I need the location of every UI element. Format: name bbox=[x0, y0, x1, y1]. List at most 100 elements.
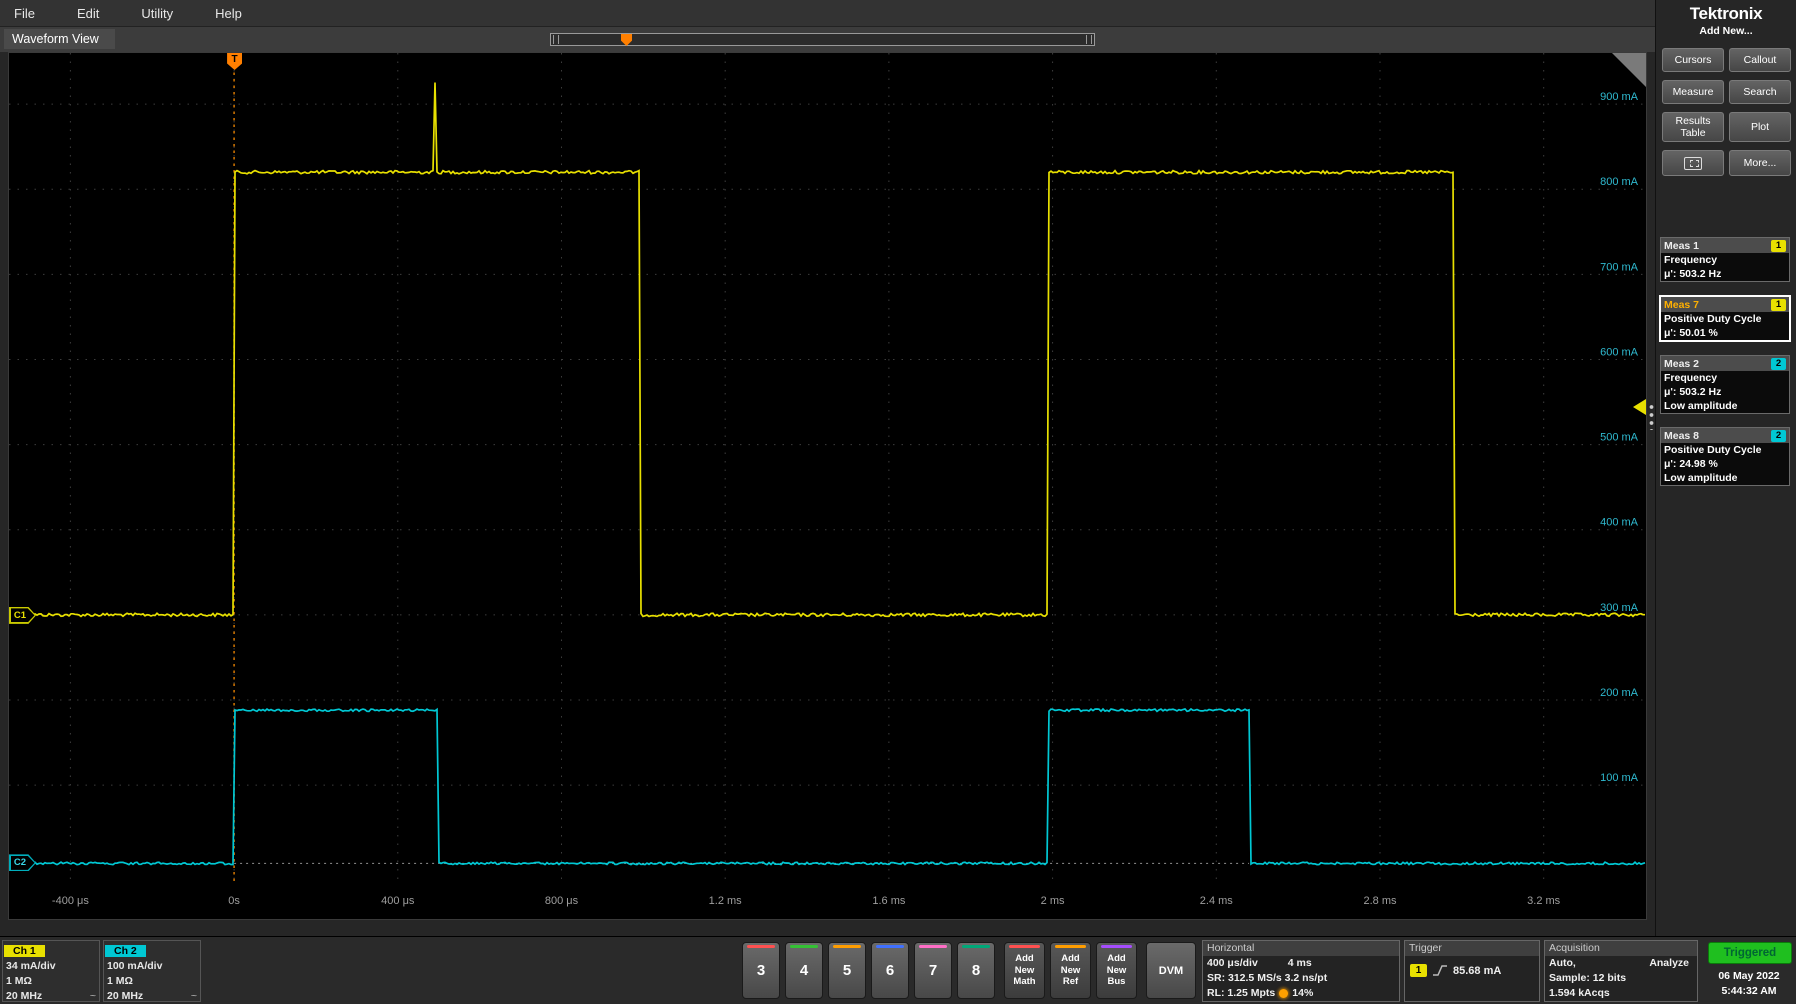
cursors-button[interactable]: Cursors bbox=[1662, 48, 1724, 72]
add-new-bus-button[interactable]: Add New Bus bbox=[1096, 942, 1137, 999]
measurement-source-chip: 1 bbox=[1771, 298, 1786, 311]
acquisition-title: Acquisition bbox=[1545, 941, 1697, 956]
trigger-panel[interactable]: Trigger 1 85.68 mA bbox=[1404, 940, 1540, 1002]
add-button-color-stripe bbox=[1055, 945, 1086, 948]
channel-badge-1[interactable]: Ch 1 34 mA/div 1 MΩ 20 MHz ~ bbox=[2, 940, 100, 1002]
channel-color-stripe bbox=[962, 945, 990, 948]
measurement-badge-meas-7[interactable]: Meas 7 1 Positive Duty Cycle μ': 50.01 % bbox=[1660, 296, 1790, 341]
channel-setting: 34 mA/div bbox=[6, 960, 56, 972]
menu-help[interactable]: Help bbox=[215, 6, 242, 21]
measurement-title: Meas 7 bbox=[1664, 298, 1700, 311]
channel-4-button[interactable]: 4 bbox=[785, 942, 823, 999]
rising-edge-icon bbox=[1433, 965, 1447, 976]
channel-color-stripe bbox=[919, 945, 947, 948]
oscilloscope-screen: File Edit Utility Help Waveform View -40… bbox=[0, 0, 1796, 1004]
channel-label: Ch 2 bbox=[105, 945, 146, 957]
channel-label: Ch 1 bbox=[4, 945, 45, 957]
measurement-line: Frequency bbox=[1664, 254, 1718, 266]
trigger-level-arrow[interactable] bbox=[1633, 399, 1646, 415]
channel-setting: 1 MΩ bbox=[6, 975, 32, 987]
horizontal-record-length: RL: 1.25 Mpts bbox=[1207, 987, 1276, 999]
ch2-waveform[interactable] bbox=[8, 707, 1646, 866]
add-new-ref-button[interactable]: Add New Ref bbox=[1050, 942, 1091, 999]
measurement-title: Meas 1 bbox=[1664, 239, 1700, 252]
waveform-view-tab[interactable]: Waveform View bbox=[4, 29, 115, 49]
horizontal-title: Horizontal bbox=[1203, 941, 1399, 956]
triggered-status-badge: Triggered bbox=[1708, 942, 1792, 964]
channel-3-button[interactable]: 3 bbox=[742, 942, 780, 999]
date-label: 06 May 2022 bbox=[1718, 970, 1780, 982]
x-tick-label: 0s bbox=[228, 895, 240, 907]
channel-setting: 20 MHz ~ bbox=[107, 990, 197, 1002]
x-tick-label: 400 μs bbox=[381, 895, 415, 907]
horizontal-sample-rate: SR: 312.5 MS/s 3.2 ns/pt bbox=[1207, 972, 1328, 984]
horizontal-panel[interactable]: Horizontal 400 μs/div 4 ms SR: 312.5 MS/… bbox=[1202, 940, 1400, 1002]
search-button[interactable]: Search bbox=[1729, 80, 1791, 104]
measurement-source-chip: 2 bbox=[1771, 357, 1786, 370]
bandwidth-icon: ~ bbox=[190, 990, 197, 1002]
measurement-line: Positive Duty Cycle bbox=[1664, 444, 1762, 456]
more-button[interactable]: More... bbox=[1729, 150, 1791, 176]
channel-color-stripe bbox=[747, 945, 775, 948]
add-new-label: Add New... bbox=[1699, 25, 1753, 37]
channel-badge-2[interactable]: Ch 2 100 mA/div 1 MΩ 20 MHz ~ bbox=[103, 940, 201, 1002]
x-tick-label: -400 μs bbox=[52, 895, 89, 907]
horizontal-intensity-pct: 14% bbox=[1292, 987, 1314, 999]
horizontal-scale: 400 μs/div bbox=[1207, 957, 1258, 969]
waveform-display[interactable]: -400 μs 0s 400 μs 800 μs 1.2 ms 1.6 ms 2 ms 2.4… bbox=[8, 52, 1647, 920]
measurement-line: μ': 503.2 Hz bbox=[1664, 386, 1722, 398]
measurement-line: Low amplitude bbox=[1664, 472, 1738, 484]
acquisition-sample-bits: Sample: 12 bits bbox=[1549, 972, 1627, 984]
y-tick-label: 300 mA bbox=[1600, 602, 1639, 614]
x-tick-label: 2.4 ms bbox=[1200, 895, 1234, 907]
measurement-title: Meas 8 bbox=[1664, 429, 1700, 442]
channel-7-button[interactable]: 7 bbox=[914, 942, 952, 999]
x-tick-label: 1.6 ms bbox=[872, 895, 906, 907]
channel-6-button[interactable]: 6 bbox=[871, 942, 909, 999]
tektronix-logo: Tektronix bbox=[1689, 4, 1763, 23]
draw-a-box-button[interactable] bbox=[1662, 150, 1724, 176]
ch1-waveform[interactable] bbox=[8, 82, 1646, 618]
horizontal-window: 4 ms bbox=[1287, 957, 1312, 969]
menu-edit[interactable]: Edit bbox=[77, 6, 99, 21]
draw-a-box-icon bbox=[1684, 156, 1702, 170]
channel-color-stripe bbox=[790, 945, 818, 948]
measure-button[interactable]: Measure bbox=[1662, 80, 1724, 104]
intensity-icon bbox=[1279, 989, 1289, 998]
acquisition-panel[interactable]: Acquisition Auto, Analyze Sample: 12 bit… bbox=[1544, 940, 1698, 1002]
bottom-bar: Ch 1 34 mA/div 1 MΩ 20 MHz ~ Ch 2 100 mA/div 1 … bbox=[0, 936, 1796, 1004]
y-tick-label: 800 mA bbox=[1600, 176, 1639, 188]
x-tick-label: 2 ms bbox=[1041, 895, 1065, 907]
measurement-line: Positive Duty Cycle bbox=[1664, 313, 1762, 325]
measurement-line: μ': 50.01 % bbox=[1664, 327, 1718, 339]
results-table-button[interactable]: Results Table bbox=[1662, 112, 1724, 142]
dvm-button[interactable]: DVM bbox=[1146, 942, 1196, 999]
add-new-math-button[interactable]: Add New Math bbox=[1004, 942, 1045, 999]
callout-button[interactable]: Callout bbox=[1729, 48, 1791, 72]
zoom-corner-handle[interactable] bbox=[1612, 53, 1646, 87]
panel-splitter-handle[interactable] bbox=[1649, 404, 1654, 430]
time-label: 5:44:32 AM bbox=[1721, 985, 1777, 997]
menu-utility[interactable]: Utility bbox=[141, 6, 173, 21]
measurement-badge-meas-1[interactable]: Meas 1 1 Frequency μ': 503.2 Hz bbox=[1660, 237, 1790, 282]
y-tick-label: 900 mA bbox=[1600, 91, 1639, 103]
trigger-level-value: 85.68 mA bbox=[1453, 964, 1502, 977]
y-tick-label: 700 mA bbox=[1600, 261, 1639, 273]
channel-setting: 100 mA/div bbox=[107, 960, 163, 972]
channel-setting: 20 MHz ~ bbox=[6, 990, 96, 1002]
acquisition-mode: Auto, bbox=[1549, 957, 1576, 969]
channel-5-button[interactable]: 5 bbox=[828, 942, 866, 999]
menu-bar: File Edit Utility Help bbox=[0, 0, 1655, 26]
y-tick-label: 200 mA bbox=[1600, 687, 1639, 699]
menu-file[interactable]: File bbox=[14, 6, 35, 21]
scope-graticule: -400 μs 0s 400 μs 800 μs 1.2 ms 1.6 ms 2 ms 2.4… bbox=[8, 53, 1646, 907]
horizontal-position-slider[interactable] bbox=[550, 33, 1095, 46]
channel-color-stripe bbox=[876, 945, 904, 948]
measurement-badge-meas-8[interactable]: Meas 8 2 Positive Duty Cycle μ': 24.98 % Low… bbox=[1660, 427, 1790, 486]
channel-8-button[interactable]: 8 bbox=[957, 942, 995, 999]
channel-setting: 1 MΩ bbox=[107, 975, 133, 987]
measurement-badge-meas-2[interactable]: Meas 2 2 Frequency μ': 503.2 Hz Low amplitud… bbox=[1660, 355, 1790, 414]
trigger-position-marker[interactable] bbox=[621, 34, 632, 46]
trigger-source-chip: 1 bbox=[1410, 964, 1427, 977]
plot-button[interactable]: Plot bbox=[1729, 112, 1791, 142]
